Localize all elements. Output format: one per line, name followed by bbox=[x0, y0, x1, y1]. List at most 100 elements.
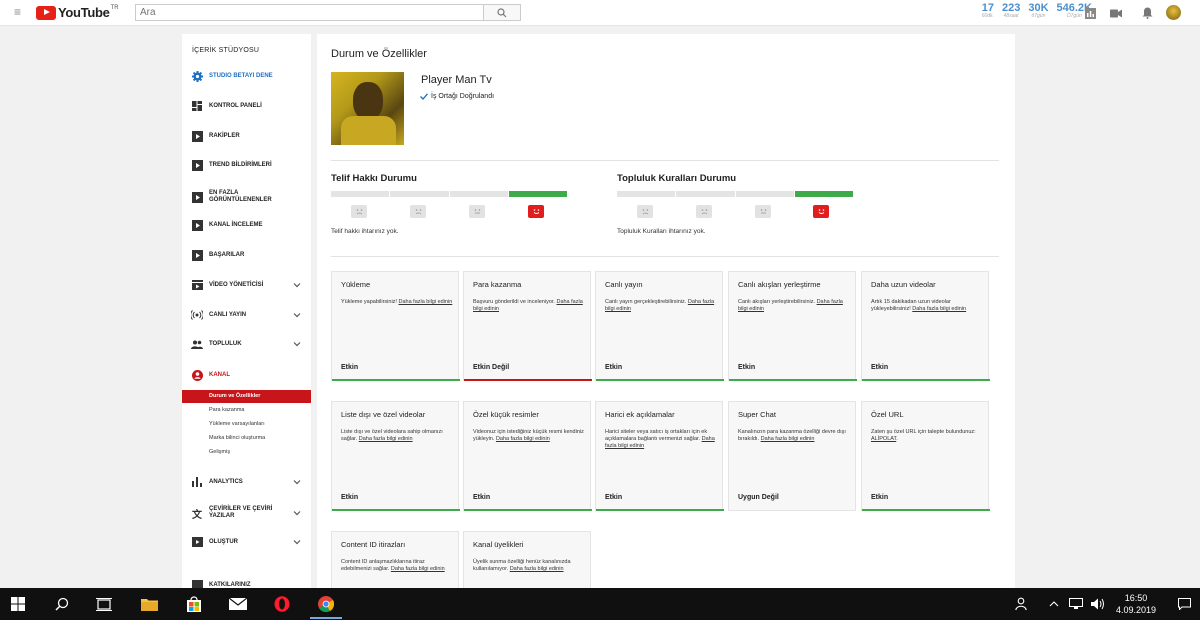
feature-status: Etkin bbox=[605, 364, 623, 371]
sidebar-item-label: TOPLULUK bbox=[209, 341, 242, 347]
opera-browser-icon[interactable] bbox=[272, 594, 292, 614]
chevron-down-icon[interactable] bbox=[293, 340, 301, 348]
learn-more-link[interactable]: Daha fazla bilgi edinin bbox=[510, 566, 564, 572]
store-icon[interactable] bbox=[184, 594, 204, 614]
taskbar-clock[interactable]: 16:50 4.09.2019 bbox=[1116, 592, 1156, 616]
sidebar-item-label: CANLI YAYIN bbox=[209, 312, 247, 318]
search-icon[interactable] bbox=[52, 594, 72, 614]
sidebar-item-contributions[interactable]: KATKILARINIZ bbox=[182, 577, 311, 588]
windows-taskbar: 16:50 4.09.2019 bbox=[0, 588, 1200, 620]
chevron-down-icon[interactable] bbox=[293, 281, 301, 289]
youtube-logo[interactable]: YouTube TR bbox=[36, 5, 119, 20]
clock-time: 16:50 bbox=[1124, 593, 1148, 603]
sidebar-item-label: TREND BİLDİRİMLERİ bbox=[209, 162, 272, 168]
feature-status: Etkin Değil bbox=[473, 364, 510, 371]
sidebar-subitem-status[interactable]: Durum ve Özellikler bbox=[182, 390, 311, 403]
sidebar-item-translations[interactable]: 文 ÇEVİRİLER VE ÇEVİRİ YAZILAR bbox=[182, 502, 311, 524]
logo-region: TR bbox=[110, 5, 119, 11]
sidebar-subitem-advanced[interactable]: Gelişmiş bbox=[182, 446, 311, 459]
community-note: Topluluk Kuralları ihtarınız yok. bbox=[617, 228, 706, 235]
sidebar-item-competitors[interactable]: RAKİPLER bbox=[182, 128, 311, 144]
chrome-browser-icon[interactable] bbox=[316, 594, 336, 614]
feature-card-live: Canlı yayın Canlı yayın gerçekleştirebil… bbox=[595, 271, 724, 381]
feature-status: Etkin bbox=[341, 364, 359, 371]
sidebar-item-trends[interactable]: TREND BİLDİRİMLERİ bbox=[182, 157, 311, 173]
sidebar-item-channel-review[interactable]: KANAL İNCELEME bbox=[182, 217, 311, 233]
active-app-indicator bbox=[310, 617, 342, 619]
clock-date: 4.09.2019 bbox=[1116, 605, 1157, 615]
sidebar-item-community[interactable]: TOPLULUK bbox=[182, 336, 311, 352]
people-icon bbox=[191, 338, 203, 350]
neutral-face-icon bbox=[410, 205, 426, 218]
main-panel: Durum ve Özellikler Player Man Tv İş Ort… bbox=[317, 34, 1015, 588]
sidebar-item-achievements[interactable]: BAŞARILAR bbox=[182, 247, 311, 263]
feature-card-monetization: Para kazanma Başvuru gönderildi ve incel… bbox=[463, 271, 592, 381]
bell-icon[interactable] bbox=[1140, 6, 1154, 20]
verified-status: İş Ortağı Doğrulandı bbox=[420, 93, 494, 100]
chevron-down-icon[interactable] bbox=[293, 478, 301, 486]
sidebar-title: İÇERİK STÜDYOSU bbox=[192, 47, 260, 54]
learn-more-link[interactable]: Daha fazla bilgi edinin bbox=[761, 436, 815, 442]
learn-more-link[interactable]: Daha fazla bilgi edinin bbox=[496, 436, 550, 442]
file-explorer-icon[interactable] bbox=[139, 594, 159, 614]
sidebar-item-channel[interactable]: KANAL bbox=[182, 367, 311, 383]
search-input[interactable] bbox=[135, 4, 483, 21]
community-meter bbox=[617, 191, 853, 197]
people-icon[interactable] bbox=[1012, 594, 1032, 614]
dashboard-icon bbox=[191, 100, 203, 112]
logo-text: YouTube bbox=[58, 5, 110, 20]
search-icon bbox=[497, 7, 507, 17]
sidebar-item-create[interactable]: OLUŞTUR bbox=[182, 534, 311, 550]
volume-icon[interactable] bbox=[1088, 594, 1108, 614]
task-view-icon[interactable] bbox=[94, 594, 114, 614]
account-avatar[interactable] bbox=[1166, 5, 1181, 20]
contribution-icon bbox=[191, 579, 203, 588]
menu-icon[interactable]: ≡ bbox=[14, 6, 26, 18]
sad-face-icon bbox=[351, 205, 367, 218]
sidebar-item-video-manager[interactable]: VİDEO YÖNETİCİSİ bbox=[182, 277, 311, 293]
notification-center-icon[interactable] bbox=[1174, 594, 1194, 614]
page-title: Durum ve Özellikler bbox=[331, 48, 427, 60]
sidebar-item-studio-beta[interactable]: STUDIO BETAYI DENE bbox=[182, 68, 311, 84]
chevron-down-icon[interactable] bbox=[293, 538, 301, 546]
copyright-meter bbox=[331, 191, 567, 197]
feature-card-content-id: Content ID itirazları Content ID anlaşma… bbox=[331, 531, 459, 588]
feature-card-upload: Yükleme Yükleme yapabilirsiniz! Daha faz… bbox=[331, 271, 460, 381]
top-bar: ≡ YouTube TR 1760dk. 22348saat 30Kð7gün … bbox=[0, 0, 1200, 26]
sidebar-item-most-viewed[interactable]: EN FAZLA GÖRÜNTÜLENENLER bbox=[182, 186, 311, 208]
copyright-title: Telif Hakkı Durumu bbox=[331, 173, 417, 184]
gear-icon bbox=[191, 70, 203, 82]
video-camera-icon[interactable] bbox=[1109, 6, 1123, 20]
learn-more-link[interactable]: Daha fazla bilgi edinin bbox=[398, 299, 452, 305]
search-button[interactable] bbox=[483, 4, 521, 21]
mail-icon[interactable] bbox=[228, 594, 248, 614]
bar-chart-icon bbox=[191, 476, 203, 488]
sidebar-item-live[interactable]: CANLI YAYIN bbox=[182, 307, 311, 323]
learn-more-link[interactable]: Daha fazla bilgi edinin bbox=[359, 436, 413, 442]
sidebar-subitem-upload-defaults[interactable]: Yükleme varsayılanları bbox=[182, 418, 311, 431]
sidebar-subitem-branding[interactable]: Marka bilinci oluşturma bbox=[182, 432, 311, 445]
learn-more-link[interactable]: Daha fazla bilgi edinin bbox=[912, 306, 966, 312]
network-icon[interactable] bbox=[1066, 594, 1086, 614]
custom-url-link[interactable]: ALİPOLAT bbox=[871, 436, 896, 442]
windows-start-icon[interactable] bbox=[8, 594, 28, 614]
play-box-icon bbox=[191, 159, 203, 171]
sidebar-item-analytics[interactable]: ANALYTICS bbox=[182, 474, 311, 490]
feature-card-super-chat: Super Chat Kanalınızın para kazanma özel… bbox=[728, 401, 856, 511]
sidebar-subitem-monetization[interactable]: Para kazanma bbox=[182, 404, 311, 417]
sidebar-item-dashboard[interactable]: KONTROL PANELİ bbox=[182, 98, 311, 114]
sidebar-item-label: RAKİPLER bbox=[209, 133, 240, 139]
play-box-icon bbox=[191, 130, 203, 142]
divider bbox=[331, 160, 999, 161]
sidebar-item-label: KANAL bbox=[209, 372, 230, 378]
neutral-face-icon bbox=[469, 205, 485, 218]
chevron-up-icon[interactable] bbox=[1044, 594, 1064, 614]
bar-chart-icon[interactable] bbox=[1083, 6, 1097, 20]
chevron-down-icon[interactable] bbox=[293, 311, 301, 319]
happy-face-icon bbox=[528, 205, 544, 218]
learn-more-link[interactable]: Daha fazla bilgi edinin bbox=[391, 566, 445, 572]
happy-face-icon bbox=[813, 205, 829, 218]
play-box-icon bbox=[191, 191, 203, 203]
feature-status: Etkin bbox=[738, 364, 756, 371]
chevron-down-icon[interactable] bbox=[293, 509, 301, 517]
